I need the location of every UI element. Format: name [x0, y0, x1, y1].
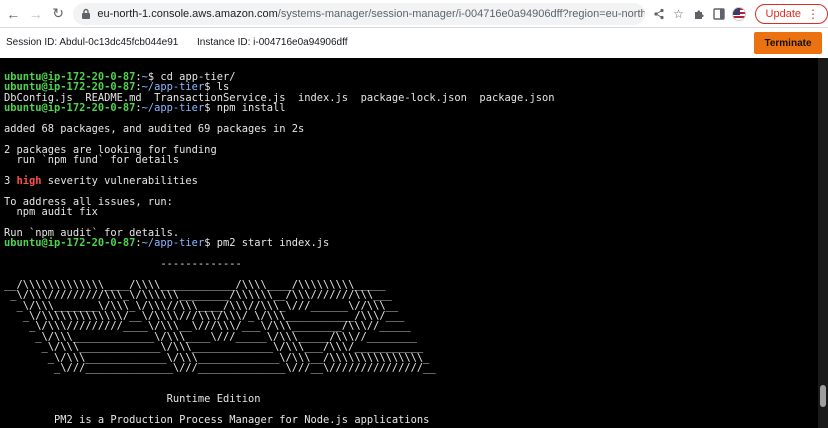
- terminal-line: -------------: [4, 259, 828, 269]
- lock-icon: [81, 8, 91, 20]
- terminal-line: _\///______________\///______________\//…: [4, 363, 828, 373]
- bookmark-star-icon[interactable]: ☆: [671, 6, 687, 22]
- terminal-text: high: [16, 174, 42, 187]
- terminal-text: -------------: [4, 258, 242, 271]
- update-label: Update: [765, 7, 802, 20]
- terminal-text: PM2 is a Production Process Manager for …: [4, 413, 430, 426]
- terminal-line: run `npm fund` for details: [4, 155, 828, 165]
- terminal-line: ubuntu@ip-172-20-0-87:~/app-tier$ pm2 st…: [4, 238, 828, 248]
- session-header: Session ID: Abdul-0c13dc45fcb044e91 Inst…: [0, 28, 828, 58]
- terminal-line: Runtime Edition: [4, 394, 828, 404]
- browser-toolbar: ← → ↻ eu-north-1.console.aws.amazon.com /…: [0, 0, 828, 28]
- terminal-line: ubuntu@ip-172-20-0-87:~/app-tier$ npm in…: [4, 103, 828, 113]
- instance-id: Instance ID: i-004716e0a94906dff: [197, 37, 348, 48]
- terminal-text: ubuntu@ip-172-20-0-87: [4, 102, 136, 115]
- terminal-text: 3: [4, 174, 17, 187]
- profile-avatar-icon[interactable]: [731, 6, 747, 22]
- back-arrow-icon[interactable]: ←: [4, 4, 22, 24]
- extensions-icon[interactable]: [691, 6, 707, 22]
- terminal-scrollbar[interactable]: [818, 58, 828, 428]
- terminal-line: To address all issues, run:: [4, 196, 828, 207]
- terminal-text: severity vulnerabilities: [41, 174, 198, 187]
- terminal-text: $ pm2 start index.js: [204, 237, 330, 250]
- session-id: Session ID: Abdul-0c13dc45fcb044e91: [6, 37, 179, 48]
- terminate-button[interactable]: Terminate: [754, 32, 822, 54]
- more-menu-icon: ⋮: [807, 6, 820, 21]
- scrollbar-thumb[interactable]: [820, 385, 826, 407]
- reload-icon[interactable]: ↻: [49, 4, 67, 24]
- url-path: /systems-manager/session-manager/i-00471…: [277, 7, 645, 20]
- share-icon[interactable]: [651, 6, 667, 22]
- terminal-line: 3 high severity vulnerabilities: [4, 176, 828, 186]
- terminal-text: added 68 packages, and audited 69 packag…: [4, 122, 305, 135]
- terminal-text: ubuntu@ip-172-20-0-87: [4, 237, 136, 250]
- terminal-output[interactable]: ubuntu@ip-172-20-0-87:~$ cd app-tier/ubu…: [0, 58, 828, 428]
- address-bar[interactable]: eu-north-1.console.aws.amazon.com/system…: [73, 2, 645, 25]
- terminal-text: _\///______________\///______________\//…: [4, 361, 436, 374]
- forward-arrow-icon[interactable]: →: [26, 4, 44, 24]
- terminal-line: added 68 packages, and audited 69 packag…: [4, 124, 828, 134]
- terminal-line: PM2 is a Production Process Manager for …: [4, 415, 828, 425]
- terminal-text: $ npm install: [204, 102, 286, 115]
- terminal-text: Runtime Edition: [4, 393, 261, 406]
- terminal-line: npm audit fix: [4, 207, 828, 217]
- url-host: eu-north-1.console.aws.amazon.com: [97, 7, 278, 20]
- terminal-text: ~/app-tier: [141, 237, 205, 250]
- terminal-text: ~/app-tier: [141, 102, 205, 115]
- terminal-text: npm audit fix: [4, 206, 98, 219]
- terminal-text: run `npm fund` for details: [4, 154, 180, 167]
- update-button[interactable]: Update ⋮: [754, 3, 828, 24]
- side-panel-icon[interactable]: [711, 6, 727, 22]
